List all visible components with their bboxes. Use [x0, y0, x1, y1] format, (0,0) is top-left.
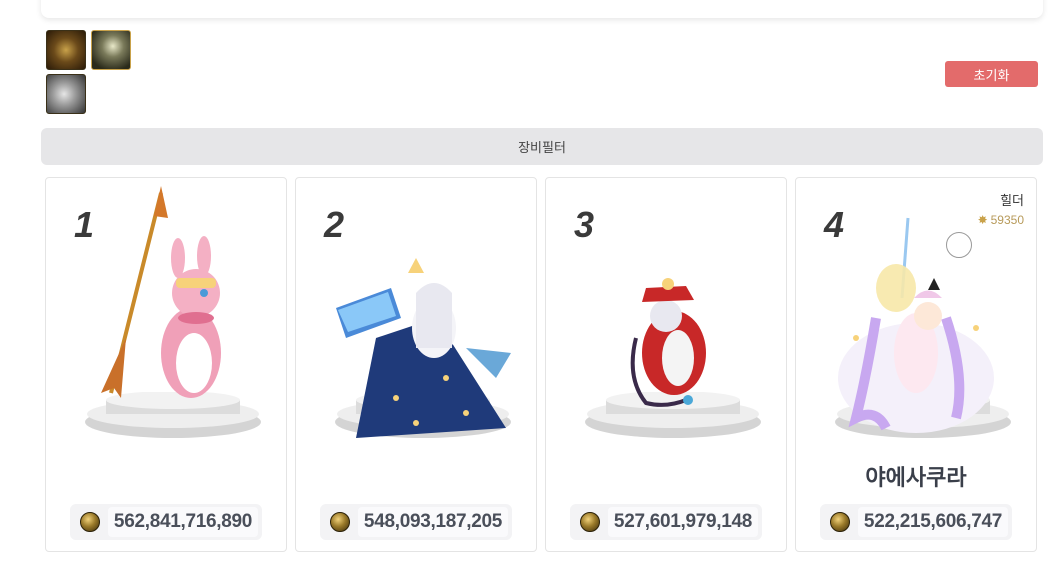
- coin-icon: [830, 512, 850, 532]
- coin-icon: [80, 512, 100, 532]
- ranking-card-3[interactable]: 3 527,601,979,148: [545, 177, 787, 552]
- character-illustration: [101, 186, 221, 398]
- character-illustration: [336, 258, 511, 438]
- score-pill: 548,093,187,205: [320, 504, 512, 540]
- coin-icon: [580, 512, 600, 532]
- score-pill: 562,841,716,890: [70, 504, 262, 540]
- combat-score: 522,215,606,747: [858, 507, 1008, 537]
- character-illustration: [630, 278, 706, 407]
- combat-score: 527,601,979,148: [608, 507, 758, 537]
- score-pill: 527,601,979,148: [570, 504, 762, 540]
- top-panel: [41, 0, 1043, 18]
- ranking-card-2[interactable]: 2 548,093,187,205: [295, 177, 537, 552]
- weapon-icon[interactable]: [46, 30, 86, 70]
- orb-icon[interactable]: [91, 30, 131, 70]
- armor-icon[interactable]: [46, 74, 86, 114]
- coin-icon: [330, 512, 350, 532]
- score-pill: 522,215,606,747: [820, 504, 1012, 540]
- combat-score: 562,841,716,890: [108, 507, 258, 537]
- character-name[interactable]: 야에사쿠라: [796, 460, 1036, 492]
- combat-score: 548,093,187,205: [358, 507, 508, 537]
- ranking-card-1[interactable]: 1 562,841,716,890: [45, 177, 287, 552]
- reset-button[interactable]: 초기화: [945, 61, 1038, 87]
- ranking-card-4[interactable]: 4 힐더 ✸ 59350 야에사쿠라 522,215,606,747: [795, 177, 1037, 552]
- character-illustration: [838, 217, 994, 433]
- equipment-filter-toggle[interactable]: 장비필터: [41, 128, 1043, 165]
